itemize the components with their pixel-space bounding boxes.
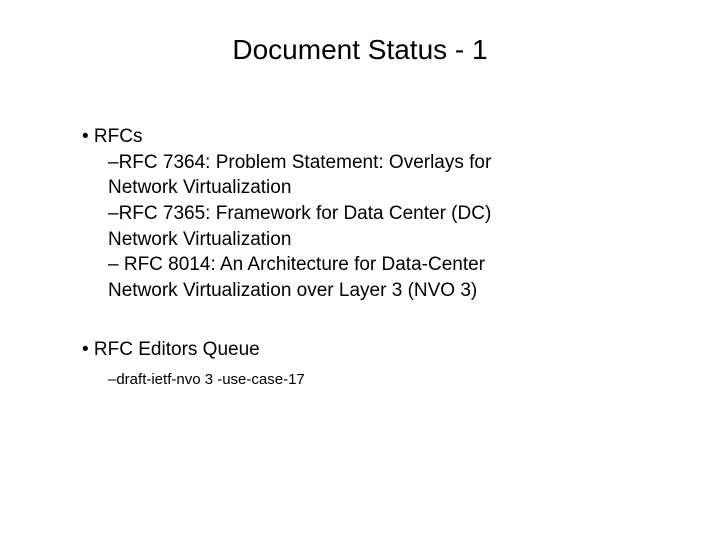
rfc-8014-line1: – RFC 8014: An Architecture for Data-Cen…	[80, 252, 640, 278]
section-editors-queue: • RFC Editors Queue –draft-ietf-nvo 3 -u…	[80, 337, 640, 390]
bullet-rfcs: • RFCs	[80, 124, 640, 150]
rfc-7364-line2: Network Virtualization	[80, 175, 640, 201]
draft-nvo3: –draft-ietf-nvo 3 -use-case-17	[80, 369, 640, 390]
rfc-7365-line2: Network Virtualization	[80, 227, 640, 253]
rfc-7364-line1: –RFC 7364: Problem Statement: Overlays f…	[80, 150, 640, 176]
slide-title: Document Status - 1	[80, 34, 640, 66]
section-rfcs: • RFCs –RFC 7364: Problem Statement: Ove…	[80, 124, 640, 303]
rfc-7365-line1: –RFC 7365: Framework for Data Center (DC…	[80, 201, 640, 227]
bullet-editors-queue: • RFC Editors Queue	[80, 337, 640, 363]
rfc-8014-line2: Network Virtualization over Layer 3 (NVO…	[80, 278, 640, 304]
